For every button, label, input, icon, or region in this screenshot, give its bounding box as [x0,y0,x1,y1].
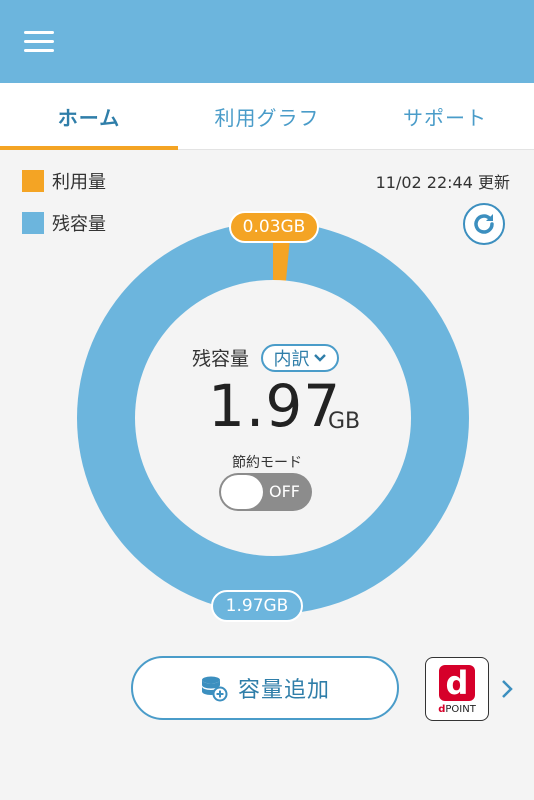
remaining-amount-text: 1.97GB [225,596,289,616]
used-amount-badge: 0.03GB [229,211,319,243]
dpoint-text: dPOINT [438,704,476,715]
remaining-value: 1.97 [208,372,342,440]
add-capacity-button[interactable]: 容量追加 [131,656,399,720]
saving-mode-label: 節約モード [232,455,302,471]
usage-donut [77,222,469,614]
used-amount-text: 0.03GB [242,217,306,237]
dpoint-logo-letter: d [446,664,469,702]
breakdown-label: 内訳 [273,349,310,370]
breakdown-button[interactable]: 内訳 [261,344,339,372]
dpoint-label: POINT [445,704,476,715]
chevron-down-icon [313,354,326,362]
center-remaining-label: 残容量 [192,348,250,370]
dpoint-logo-icon: d [439,664,475,702]
saving-mode-toggle[interactable]: OFF [219,473,312,511]
add-capacity-label: 容量追加 [237,678,330,703]
remaining-amount-badge: 1.97GB [211,590,303,622]
chevron-right-icon[interactable] [497,677,517,701]
toggle-knob [221,475,263,509]
toggle-state: OFF [269,482,300,501]
database-add-icon [201,676,228,702]
dpoint-button[interactable]: d dPOINT [425,657,489,721]
remaining-unit: GB [328,409,361,434]
